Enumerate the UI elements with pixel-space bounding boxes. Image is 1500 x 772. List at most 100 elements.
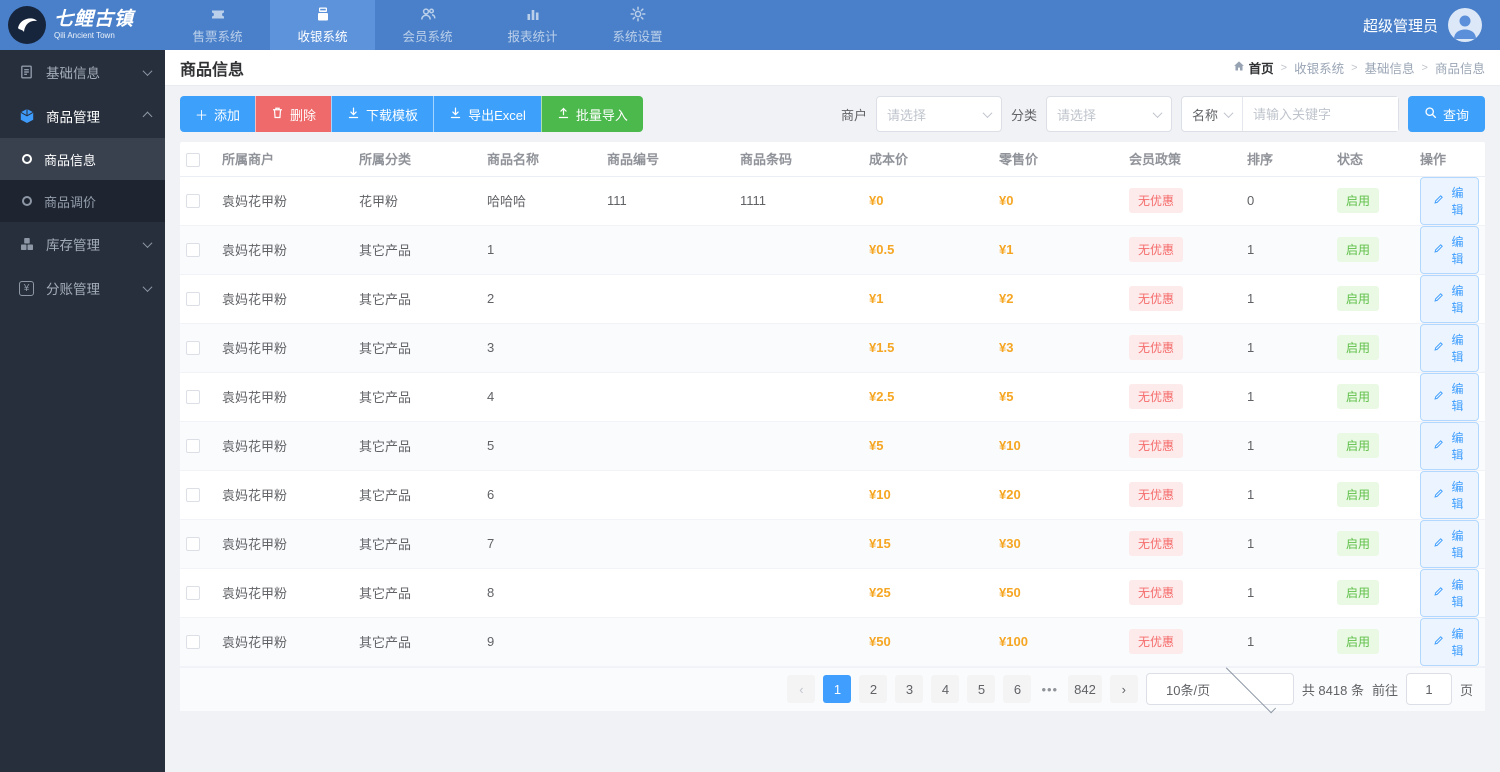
page-button-6[interactable]: 6 — [1003, 675, 1032, 703]
keyword-input[interactable] — [1243, 97, 1398, 131]
row-checkbox[interactable] — [186, 586, 200, 601]
delete-button[interactable]: 删除 — [255, 96, 332, 132]
cell-product-name: 4 — [481, 372, 601, 422]
cell-sort: 1 — [1241, 274, 1331, 324]
cell-cost-price: ¥0.5 — [863, 225, 993, 275]
document-icon — [18, 64, 35, 80]
edit-button[interactable]: 编辑 — [1420, 617, 1479, 666]
product-table: 所属商户 所属分类 商品名称 商品编号 商品条码 成本价 零售价 会员政策 排序… — [180, 142, 1485, 713]
gear-icon — [629, 5, 647, 22]
cell-barcode: 1111 — [734, 176, 863, 226]
chevron-down-icon — [982, 107, 993, 118]
row-checkbox[interactable] — [186, 194, 200, 209]
sidebar-item-ledger-management[interactable]: ¥ 分账管理 — [0, 266, 165, 310]
row-checkbox[interactable] — [186, 390, 200, 405]
name-field-select[interactable]: 名称 — [1182, 97, 1243, 131]
cell-category: 其它产品 — [353, 274, 481, 324]
cell-product-code — [601, 225, 734, 275]
cell-product-name: 8 — [481, 568, 601, 618]
cell-merchant: 袁妈花甲粉 — [216, 470, 353, 520]
category-filter-label: 分类 — [1010, 107, 1037, 123]
user-avatar-icon — [1448, 8, 1482, 42]
cell-cost-price: ¥50 — [863, 617, 993, 667]
edit-button[interactable]: 编辑 — [1420, 372, 1479, 421]
download-template-button[interactable]: 下载模板 — [331, 96, 434, 132]
cell-product-code — [601, 421, 734, 471]
nav-member-system[interactable]: 会员系统 — [375, 0, 480, 50]
cell-product-name: 2 — [481, 274, 601, 324]
toolbar: ＋ 添加 删除 下载模板 导出Excel 批量导入 商户 请选择 分类 请选择 … — [180, 96, 1485, 132]
select-all-checkbox[interactable] — [186, 152, 200, 167]
table-row: 袁妈花甲粉 其它产品 8 ¥25 ¥50 无优惠 1 启用 编辑 — [180, 568, 1485, 618]
batch-import-button[interactable]: 批量导入 — [540, 96, 643, 132]
prev-page-button[interactable]: ‹ — [787, 675, 816, 703]
sidebar-item-product-management[interactable]: 商品管理 — [0, 94, 165, 138]
pencil-icon — [1433, 194, 1444, 208]
edit-button[interactable]: 编辑 — [1420, 568, 1479, 617]
next-page-button[interactable]: › — [1109, 675, 1138, 703]
row-checkbox[interactable] — [186, 537, 200, 552]
page-button-1[interactable]: 1 — [823, 675, 852, 703]
add-button[interactable]: ＋ 添加 — [180, 96, 256, 132]
policy-badge: 无优惠 — [1129, 629, 1184, 654]
cell-barcode — [734, 323, 863, 373]
page-size-select[interactable]: 10条/页 — [1145, 662, 1294, 713]
page-ellipsis[interactable]: ••• — [1039, 682, 1060, 697]
row-checkbox[interactable] — [186, 439, 200, 454]
sidebar-item-product-price-adjust[interactable]: 商品调价 — [0, 180, 165, 222]
edit-button[interactable]: 编辑 — [1420, 470, 1479, 519]
edit-button[interactable]: 编辑 — [1420, 323, 1479, 372]
nav-cashier-system[interactable]: 收银系统 — [270, 0, 375, 50]
cell-sort: 1 — [1241, 323, 1331, 373]
row-checkbox[interactable] — [186, 488, 200, 503]
sidebar-item-product-info[interactable]: 商品信息 — [0, 138, 165, 180]
sidebar-item-basic-info[interactable]: 基础信息 — [0, 50, 165, 94]
page-button-2[interactable]: 2 — [859, 675, 888, 703]
cell-product-code — [601, 372, 734, 422]
cell-retail-price: ¥3 — [993, 323, 1123, 373]
category-select[interactable]: 请选择 — [1045, 96, 1172, 132]
edit-button[interactable]: 编辑 — [1420, 519, 1479, 568]
cell-product-code: 111 — [601, 176, 734, 226]
edit-button[interactable]: 编辑 — [1420, 421, 1479, 470]
breadcrumb-home[interactable]: 首页 — [1233, 58, 1274, 77]
goto-page-input[interactable] — [1405, 673, 1452, 705]
page-button-842[interactable]: 842 — [1068, 675, 1102, 703]
table-row: 袁妈花甲粉 其它产品 9 ¥50 ¥100 无优惠 1 启用 编辑 — [180, 617, 1485, 667]
search-button[interactable]: 查询 — [1407, 96, 1485, 132]
status-badge: 启用 — [1337, 237, 1380, 262]
table-row: 袁妈花甲粉 其它产品 5 ¥5 ¥10 无优惠 1 启用 编辑 — [180, 421, 1485, 471]
sidebar-item-inventory-management[interactable]: 库存管理 — [0, 222, 165, 266]
row-checkbox[interactable] — [186, 292, 200, 307]
edit-button[interactable]: 编辑 — [1420, 225, 1479, 274]
pencil-icon — [1433, 537, 1444, 551]
cell-merchant: 袁妈花甲粉 — [216, 421, 353, 471]
edit-button[interactable]: 编辑 — [1420, 176, 1479, 225]
edit-button[interactable]: 编辑 — [1420, 274, 1479, 323]
breadcrumb-item[interactable]: 收银系统 — [1294, 58, 1344, 77]
cell-merchant: 袁妈花甲粉 — [216, 568, 353, 618]
page-button-3[interactable]: 3 — [895, 675, 924, 703]
breadcrumb-item[interactable]: 基础信息 — [1365, 58, 1415, 77]
col-product-name: 商品名称 — [481, 142, 601, 177]
pagination: ‹ 123456 ••• 842 › 10条/页 共 8418 条 前往 页 — [180, 662, 1485, 713]
cell-merchant: 袁妈花甲粉 — [216, 519, 353, 569]
row-checkbox[interactable] — [186, 243, 200, 258]
cell-category: 花甲粉 — [353, 176, 481, 226]
row-checkbox[interactable] — [186, 341, 200, 356]
cell-retail-price: ¥2 — [993, 274, 1123, 324]
page-button-4[interactable]: 4 — [931, 675, 960, 703]
col-member-policy: 会员政策 — [1123, 142, 1241, 177]
nav-report-statistics[interactable]: 报表统计 — [480, 0, 585, 50]
page-button-5[interactable]: 5 — [967, 675, 996, 703]
col-status: 状态 — [1331, 142, 1414, 177]
logo-fish-icon — [8, 6, 46, 44]
row-checkbox[interactable] — [186, 635, 200, 650]
breadcrumb: 首页 > 收银系统 > 基础信息 > 商品信息 — [1233, 58, 1485, 77]
nav-ticket-system[interactable]: 售票系统 — [165, 0, 270, 50]
nav-system-settings[interactable]: 系统设置 — [585, 0, 690, 50]
merchant-select[interactable]: 请选择 — [875, 96, 1002, 132]
user-menu[interactable]: 超级管理员 — [1363, 0, 1500, 50]
export-excel-button[interactable]: 导出Excel — [433, 96, 541, 132]
cell-category: 其它产品 — [353, 470, 481, 520]
